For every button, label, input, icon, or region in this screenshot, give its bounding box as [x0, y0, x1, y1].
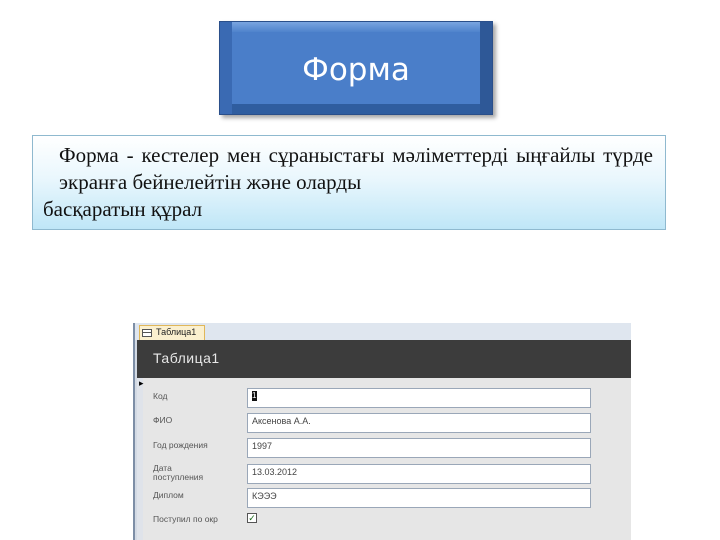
- field-label-fio: ФИО: [153, 415, 173, 425]
- record-selector[interactable]: [137, 378, 143, 540]
- field-label-kod: Код: [153, 391, 168, 401]
- title-bevel-bottom: [220, 104, 492, 114]
- field-birth-year-input[interactable]: 1997: [247, 438, 591, 458]
- access-form-window: Таблица1 Таблица1 ▸ Код 1 ▲ ▼ ФИО Аксено…: [133, 323, 631, 540]
- field-fio-value: Аксенова А.А.: [252, 416, 311, 426]
- field-admission-date-value: 13.03.2012: [252, 467, 298, 477]
- title-bevel-top: [220, 22, 492, 32]
- definition-line-1: Форма - кестелер мен сұраныстағы мәлімет…: [59, 143, 653, 194]
- slide-title: Форма: [302, 52, 410, 88]
- field-kod-value: 1: [252, 391, 257, 401]
- title-bevel-left: [220, 22, 232, 114]
- title-face: Форма: [232, 32, 480, 104]
- form-header-title: Таблица1: [153, 350, 220, 366]
- form-icon: [142, 329, 152, 337]
- definition-line-2: басқаратын құрал: [43, 197, 203, 221]
- field-label-diploma: Диплом: [153, 490, 184, 500]
- field-admission-date-input[interactable]: 13.03.2012: [247, 464, 591, 484]
- field-diploma-value: КЭЭЭ: [252, 491, 277, 501]
- field-fio-input[interactable]: Аксенова А.А.: [247, 413, 591, 433]
- field-kod-input[interactable]: 1 ▲ ▼: [247, 388, 591, 408]
- field-diploma-input[interactable]: КЭЭЭ: [247, 488, 591, 508]
- slide-title-box: Форма: [219, 21, 493, 115]
- form-body: ▸ Код 1 ▲ ▼ ФИО Аксенова А.А. Год рожден…: [137, 378, 631, 540]
- field-label-enrolled: Поступил по окр: [153, 514, 218, 524]
- definition-box: Форма - кестелер мен сұраныстағы мәлімет…: [32, 135, 666, 230]
- tab-table1[interactable]: Таблица1: [139, 325, 205, 340]
- field-enrolled-checkbox[interactable]: ✓: [247, 513, 257, 523]
- field-label-birth-year: Год рождения: [153, 440, 208, 450]
- field-birth-year-value: 1997: [252, 441, 273, 451]
- document-tab-bar: Таблица1: [135, 323, 631, 340]
- record-selector-arrow-icon: ▸: [139, 378, 144, 388]
- field-label-admission-date: Дата поступления: [153, 463, 204, 482]
- title-bevel-right: [480, 22, 492, 114]
- definition-text: Форма - кестелер мен сұраныстағы мәлімет…: [43, 142, 653, 223]
- tab-label: Таблица1: [156, 327, 197, 337]
- form-header: Таблица1: [137, 340, 631, 378]
